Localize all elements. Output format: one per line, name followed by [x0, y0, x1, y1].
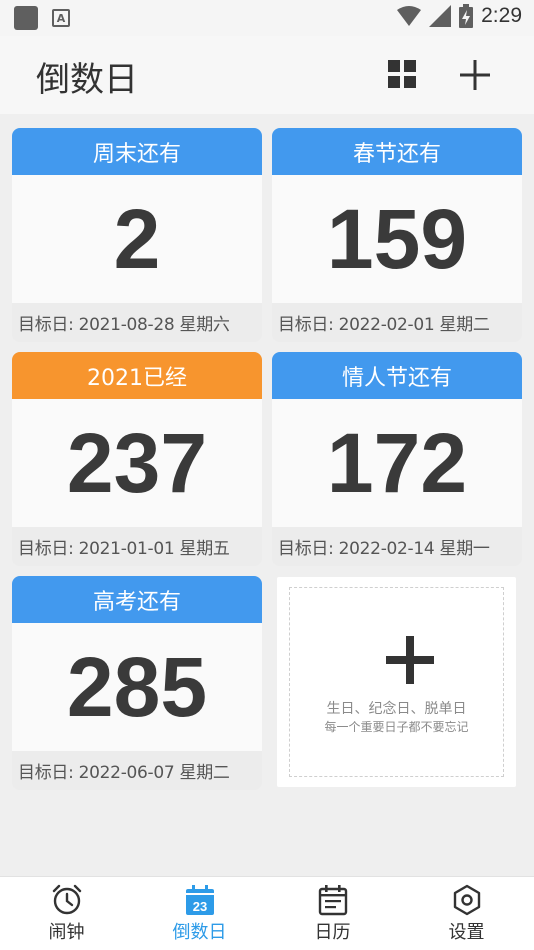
card-title: 高考还有 — [92, 589, 181, 615]
card-title: 周末还有 — [92, 141, 181, 167]
nav-item-alarm[interactable]: 闹钟 — [0, 877, 133, 950]
nav-label: 闹钟 — [48, 922, 85, 943]
add-icon[interactable] — [458, 58, 492, 92]
app-notification-icon — [14, 6, 38, 30]
card-target-date: 目标日: 2021-01-01 星期五 — [12, 527, 262, 566]
card-header: 春节还有 — [272, 128, 522, 175]
calendar-list-icon — [318, 885, 347, 916]
card-days-value: 172 — [272, 399, 522, 527]
add-card-dashed-border: 生日、纪念日、脱单日 每一个重要日子都不要忘记 — [289, 587, 504, 777]
countdown-card-weekend[interactable]: 周末还有 2 目标日: 2021-08-28 星期六 — [12, 128, 262, 342]
countdown-card-valentines[interactable]: 情人节还有 172 目标日: 2022-02-14 星期一 — [272, 352, 522, 566]
cell-signal-icon — [429, 5, 452, 27]
nav-label: 倒数日 — [172, 922, 227, 943]
keyboard-a-icon: A — [52, 9, 70, 27]
page-title: 倒数日 — [36, 60, 138, 100]
card-title: 春节还有 — [352, 141, 441, 167]
countdown-card-gaokao[interactable]: 高考还有 285 目标日: 2022-06-07 星期二 — [12, 576, 262, 790]
card-target-date: 目标日: 2022-06-07 星期二 — [12, 751, 262, 790]
app-bar: 倒数日 — [0, 36, 534, 114]
calendar-23-icon: 23 — [185, 885, 214, 915]
card-header: 2021已经 — [12, 352, 262, 399]
card-title: 情人节还有 — [341, 365, 452, 391]
nav-label: 日历 — [314, 922, 351, 943]
countdown-card-spring-festival[interactable]: 春节还有 159 目标日: 2022-02-01 星期二 — [272, 128, 522, 342]
card-days-value: 2 — [12, 175, 262, 303]
calendar-badge-number: 23 — [192, 899, 206, 914]
card-target-date: 目标日: 2021-08-28 星期六 — [12, 303, 262, 342]
card-target-date: 目标日: 2022-02-01 星期二 — [272, 303, 522, 342]
add-card-hint-line2: 每一个重要日子都不要忘记 — [324, 720, 469, 734]
nav-label: 设置 — [448, 922, 485, 943]
add-card-hint-line1: 生日、纪念日、脱单日 — [326, 701, 467, 717]
card-days-value: 285 — [12, 623, 262, 751]
wifi-icon — [397, 6, 422, 26]
status-left: A — [14, 6, 70, 30]
card-target-date: 目标日: 2022-02-14 星期一 — [272, 527, 522, 566]
status-time: 2:29 — [481, 4, 522, 27]
card-header: 情人节还有 — [272, 352, 522, 399]
battery-charging-icon — [459, 4, 474, 28]
countdown-card-year-elapsed[interactable]: 2021已经 237 目标日: 2021-01-01 星期五 — [12, 352, 262, 566]
card-days-value: 237 — [12, 399, 262, 527]
status-bar: A 2:29 — [0, 0, 534, 36]
nav-item-countdown[interactable]: 23 倒数日 — [133, 877, 266, 950]
card-header: 周末还有 — [12, 128, 262, 175]
hexagon-settings-icon — [453, 884, 480, 916]
grid-view-icon[interactable] — [388, 60, 416, 88]
nav-item-calendar[interactable]: 日历 — [266, 877, 399, 950]
card-header: 高考还有 — [12, 576, 262, 623]
bottom-nav: 闹钟 23 倒数日 日历 设置 — [0, 876, 534, 950]
status-right: 2:29 — [397, 4, 522, 28]
alarm-clock-icon — [52, 884, 81, 915]
card-title: 2021已经 — [87, 365, 187, 391]
add-countdown-card[interactable]: 生日、纪念日、脱单日 每一个重要日子都不要忘记 — [277, 577, 516, 787]
card-days-value: 159 — [272, 175, 522, 303]
plus-icon — [386, 636, 434, 684]
nav-item-settings[interactable]: 设置 — [400, 877, 533, 950]
